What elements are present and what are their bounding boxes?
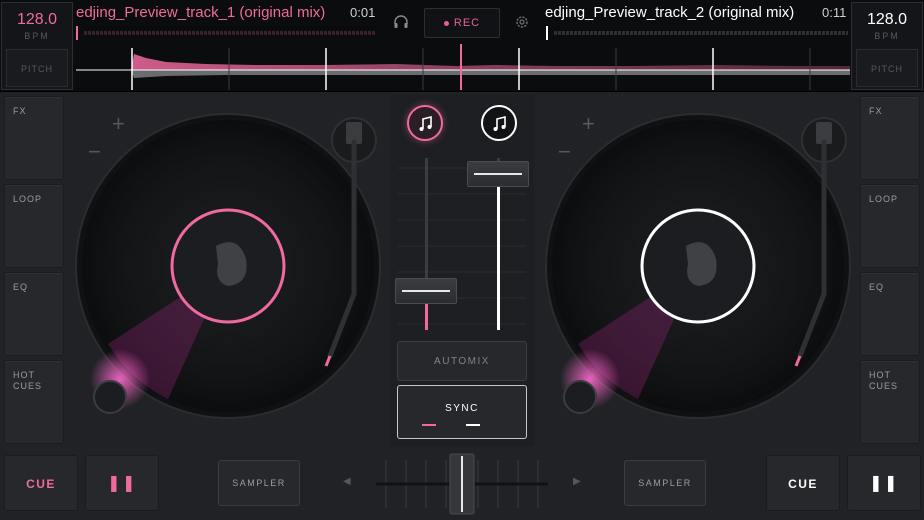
crossfader-handle[interactable] (449, 453, 475, 515)
side-label: HOT CUES (13, 370, 43, 391)
hot-cues-button-left[interactable]: HOT CUES (4, 360, 64, 444)
bpm-unit-right: BPM (874, 31, 900, 41)
pause-button-left[interactable]: ❚❚ (85, 455, 159, 511)
record-label: REC (453, 17, 481, 29)
cue-button-right[interactable]: CUE (766, 455, 840, 511)
crossfader-right-arrow-icon[interactable]: ▶ (573, 476, 581, 487)
music-note-icon-right (493, 115, 506, 131)
side-label: HOT CUES (869, 370, 899, 391)
sampler-button-right[interactable]: SAMPLER (624, 460, 706, 506)
eq-button-left[interactable]: EQ (4, 272, 64, 356)
bpm-value-left: 128.0 (16, 11, 58, 28)
sync-button[interactable]: SYNC (397, 385, 527, 439)
bpm-display-right[interactable]: 128.0 BPM PITCH (851, 2, 923, 90)
bpm-display-left[interactable]: 128.0 BPM PITCH (1, 2, 73, 90)
loop-button-left[interactable]: LOOP (4, 184, 64, 268)
deck-b-music-button[interactable] (481, 105, 517, 141)
bpm-value-right: 128.0 (866, 11, 908, 28)
gear-icon[interactable] (514, 14, 530, 30)
bpm-unit-left: BPM (24, 31, 50, 41)
deck-a-music-button[interactable] (407, 105, 443, 141)
track-title-left: edjing_Preview_track_1 (original mix) (76, 4, 326, 21)
volume-fader-right[interactable] (467, 160, 529, 187)
fx-button-right[interactable]: FX (860, 96, 920, 180)
record-dot-icon (443, 20, 449, 26)
sync-indicator-left (422, 424, 436, 426)
track-overview-left[interactable] (76, 26, 378, 40)
side-label: LOOP (13, 194, 43, 204)
cue-button-left[interactable]: CUE (4, 455, 78, 511)
loop-button-right[interactable]: LOOP (860, 184, 920, 268)
music-note-icon-left (419, 115, 432, 131)
top-header: 128.0 BPM PITCH edjing_Preview_track_1 (… (0, 0, 924, 92)
volume-fill-right (497, 173, 500, 330)
eq-button-right[interactable]: EQ (860, 272, 920, 356)
pitch-button-left[interactable]: PITCH (6, 49, 68, 87)
headphones-icon[interactable] (393, 14, 409, 30)
sampler-button-left[interactable]: SAMPLER (218, 460, 300, 506)
crossfader-left-arrow-icon[interactable]: ◀ (343, 476, 351, 487)
sync-indicator-right (466, 424, 480, 426)
pitch-button-right[interactable]: PITCH (856, 49, 918, 87)
sync-label: SYNC (445, 403, 479, 414)
side-label: EQ (869, 282, 885, 292)
automix-button[interactable]: AUTOMIX (397, 341, 527, 381)
crossfader[interactable] (376, 452, 548, 516)
track-title-right: edjing_Preview_track_2 (original mix) (545, 4, 795, 21)
side-label: FX (13, 106, 27, 116)
volume-fader-left[interactable] (395, 277, 457, 304)
waveform-display[interactable] (76, 44, 850, 90)
side-label: EQ (13, 282, 29, 292)
track-overview-right[interactable] (546, 26, 850, 40)
turntable-left[interactable] (68, 94, 386, 446)
deck-panel-left: + − (68, 94, 386, 446)
fx-button-left[interactable]: FX (4, 96, 64, 180)
hot-cues-button-right[interactable]: HOT CUES (860, 360, 920, 444)
turntable-right[interactable] (538, 94, 856, 446)
track-time-left: 0:01 (350, 5, 376, 20)
pause-button-right[interactable]: ❚❚ (847, 455, 921, 511)
side-label: FX (869, 106, 883, 116)
track-time-right: 0:11 (822, 5, 847, 20)
record-button[interactable]: REC (424, 8, 500, 38)
side-label: LOOP (869, 194, 899, 204)
deck-panel-right: + − (538, 94, 856, 446)
